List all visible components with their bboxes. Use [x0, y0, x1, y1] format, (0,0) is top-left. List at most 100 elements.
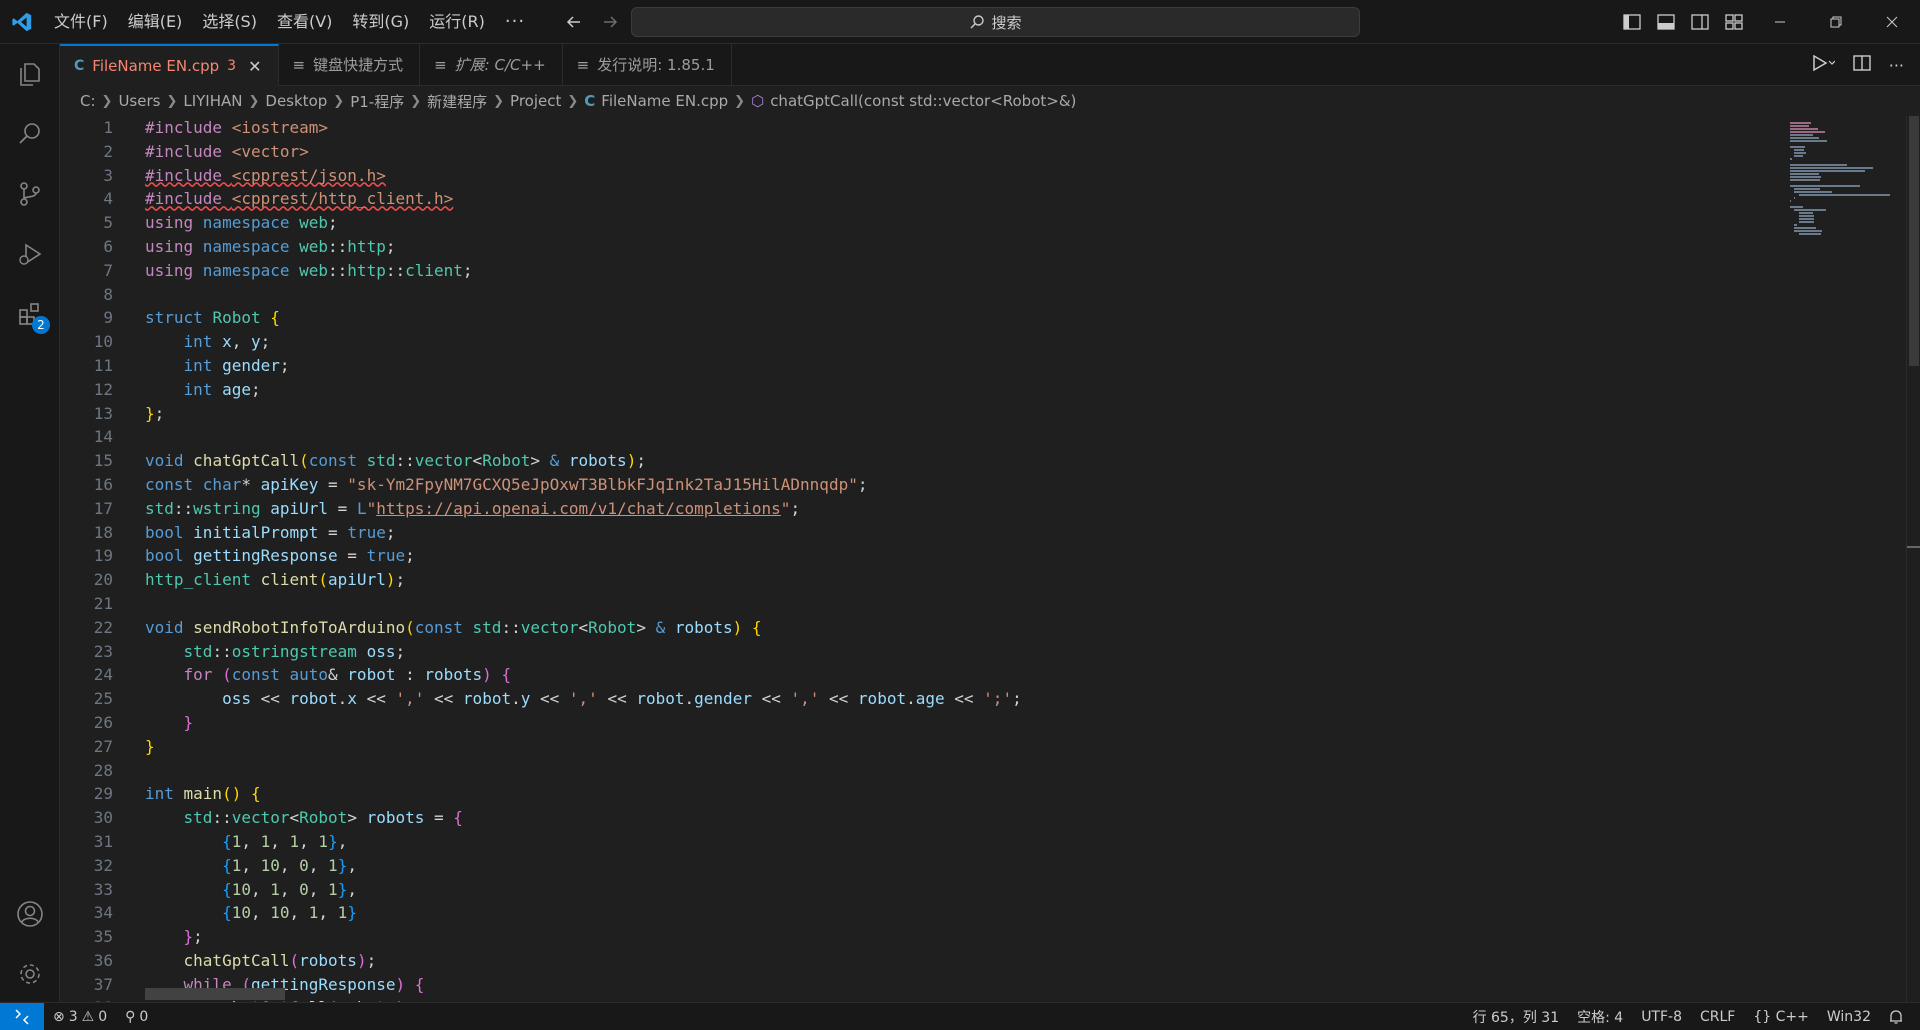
vertical-scrollbar[interactable] — [1906, 116, 1920, 1002]
code-line[interactable]: 16 const char* apiKey = "sk-Ym2FpyNM7GCXQ… — [60, 473, 1780, 497]
indentation[interactable]: 空格: 4 — [1568, 1003, 1632, 1030]
code-line[interactable]: 32 {1, 10, 0, 1}, — [60, 854, 1780, 878]
code-line[interactable]: 24 for (const auto& robot : robots) { — [60, 663, 1780, 687]
forward-arrow-icon[interactable] — [596, 8, 624, 36]
run-code-icon[interactable] — [1809, 53, 1836, 77]
code-line[interactable]: 13}; — [60, 402, 1780, 426]
code-line[interactable]: 22 void sendRobotInfoToArduino(const std:… — [60, 616, 1780, 640]
breadcrumb-item[interactable]: C: — [80, 92, 96, 110]
search-view-icon[interactable] — [0, 106, 60, 162]
code-line[interactable]: 10 int x, y; — [60, 330, 1780, 354]
code-line[interactable]: 26 } — [60, 711, 1780, 735]
menu-more-button[interactable]: ··· — [495, 11, 535, 32]
code-line[interactable]: 21 — [60, 592, 1780, 616]
toggle-panel-icon[interactable] — [1654, 10, 1678, 34]
toggle-primary-sidebar-icon[interactable] — [1620, 10, 1644, 34]
more-actions-icon[interactable]: ··· — [1889, 56, 1904, 75]
encoding[interactable]: UTF-8 — [1632, 1003, 1691, 1030]
code-line[interactable]: 23 std::ostringstream oss; — [60, 640, 1780, 664]
code-line[interactable]: 1 #include <iostream> — [60, 116, 1780, 140]
code-text: {1, 1, 1, 1}, — [222, 831, 348, 851]
language-mode[interactable]: {} C++ — [1744, 1003, 1818, 1030]
code-line[interactable]: 19 bool gettingResponse = true; — [60, 544, 1780, 568]
code-line[interactable]: 9 struct Robot { — [60, 306, 1780, 330]
minimap-line — [1790, 173, 1819, 175]
breadcrumb-item[interactable]: P1-程序 — [350, 91, 404, 112]
toggle-secondary-sidebar-icon[interactable] — [1688, 10, 1712, 34]
code-line[interactable]: 2 #include <vector> — [60, 140, 1780, 164]
breadcrumb-item[interactable]: Project — [510, 92, 561, 110]
menu-file[interactable]: 文件(F) — [44, 6, 118, 38]
horizontal-scrollbar[interactable] — [145, 988, 285, 1000]
restore-button[interactable] — [1808, 0, 1864, 44]
code-line[interactable]: 35 }; — [60, 925, 1780, 949]
code-line[interactable]: 20 http_client client(apiUrl); — [60, 568, 1780, 592]
explorer-icon[interactable] — [0, 46, 60, 102]
code-text: using namespace web; — [145, 213, 348, 233]
ports-indicator[interactable]: ⚲ 0 — [116, 1003, 157, 1030]
code-line[interactable]: 28 — [60, 759, 1780, 783]
code-line[interactable]: 8 — [60, 283, 1780, 307]
code-line[interactable]: 14 — [60, 425, 1780, 449]
code-line[interactable]: 5 using namespace web; — [60, 211, 1780, 235]
code-line[interactable]: 4 #include <cpprest/http_client.h> — [60, 187, 1780, 211]
code-line[interactable]: 37 while (gettingResponse) { — [60, 973, 1780, 997]
code-line[interactable]: 34 {10, 10, 1, 1} — [60, 901, 1780, 925]
code-line[interactable]: 6 using namespace web::http; — [60, 235, 1780, 259]
code-line[interactable]: 29 int main() { — [60, 782, 1780, 806]
code-text: std::wstring apiUrl = L"https://api.open… — [145, 498, 801, 518]
extensions-icon[interactable]: 2 — [0, 286, 60, 342]
menu-go[interactable]: 转到(G) — [342, 6, 419, 38]
code-line[interactable]: 11 int gender; — [60, 354, 1780, 378]
code-line[interactable]: 18 bool initialPrompt = true; — [60, 521, 1780, 545]
back-arrow-icon[interactable] — [560, 8, 588, 36]
notifications-bell-icon[interactable] — [1880, 1003, 1912, 1030]
code-line[interactable]: 27} — [60, 735, 1780, 759]
breadcrumb-item[interactable]: Users — [118, 92, 160, 110]
code-line[interactable]: 12 int age; — [60, 378, 1780, 402]
menu-view[interactable]: 查看(V) — [267, 6, 342, 38]
code-text: }; — [183, 927, 203, 947]
code-text: #include <vector> — [145, 141, 309, 161]
split-editor-icon[interactable] — [1853, 54, 1871, 76]
minimize-button[interactable] — [1752, 0, 1808, 44]
breadcrumb-item[interactable]: Desktop — [265, 92, 327, 110]
customize-layout-icon[interactable] — [1722, 10, 1746, 34]
command-center-search[interactable]: 搜索 — [631, 7, 1360, 37]
problems-indicator[interactable]: ⊗ 3 ⚠ 0 — [44, 1003, 116, 1030]
close-window-button[interactable] — [1864, 0, 1920, 44]
menu-edit[interactable]: 编辑(E) — [118, 6, 193, 38]
source-control-icon[interactable] — [0, 166, 60, 222]
minimap[interactable] — [1788, 116, 1906, 1002]
code-line[interactable]: 30 std::vector<Robot> robots = { — [60, 806, 1780, 830]
breadcrumb-item[interactable]: FileName EN.cpp — [601, 92, 728, 110]
breadcrumb-item[interactable]: 新建程序 — [427, 91, 487, 112]
vscode-logo-icon[interactable] — [0, 0, 44, 44]
platform-config[interactable]: Win32 — [1818, 1003, 1880, 1030]
menu-selection[interactable]: 选择(S) — [192, 6, 267, 38]
cursor-position[interactable]: 行 65，列 31 — [1464, 1003, 1569, 1030]
code-line[interactable]: 36 chatGptCall(robots); — [60, 949, 1780, 973]
code-line[interactable]: 25 oss << robot.x << ',' << robot.y << '… — [60, 687, 1780, 711]
menu-run[interactable]: 运行(R) — [419, 6, 495, 38]
line-ending[interactable]: CRLF — [1691, 1003, 1744, 1030]
breadcrumb-item[interactable]: LIYIHAN — [183, 92, 242, 110]
tab-extension-cpp[interactable]: ≡ 扩展: C/C++ — [420, 44, 563, 85]
tab-release-notes[interactable]: ≡ 发行说明: 1.85.1 — [563, 44, 732, 85]
breadcrumb-item[interactable]: chatGptCall(const std::vector<Robot>&) — [770, 92, 1076, 110]
code-line[interactable]: 3 #include <cpprest/json.h> — [60, 164, 1780, 188]
close-tab-icon[interactable]: ✕ — [248, 57, 261, 76]
code-line[interactable]: 15 void chatGptCall(const std::vector<Rob… — [60, 449, 1780, 473]
code-line[interactable]: 31 {1, 1, 1, 1}, — [60, 830, 1780, 854]
code-line[interactable]: 33 {10, 1, 0, 1}, — [60, 878, 1780, 902]
manage-gear-icon[interactable] — [0, 946, 60, 1002]
code-line[interactable]: 17 std::wstring apiUrl = L"https://api.op… — [60, 497, 1780, 521]
tab-keyboard-shortcuts[interactable]: ≡ 键盘快捷方式 — [279, 44, 421, 85]
scrollbar-thumb[interactable] — [1909, 116, 1919, 366]
remote-indicator-icon[interactable] — [0, 1003, 44, 1030]
run-debug-icon[interactable] — [0, 226, 60, 282]
accounts-icon[interactable] — [0, 886, 60, 942]
tab-filename-en-cpp[interactable]: C FileName EN.cpp 3 ✕ — [60, 44, 279, 86]
code-line[interactable]: 7 using namespace web::http::client; — [60, 259, 1780, 283]
code-editor[interactable]: 1 #include <iostream> 2 #include <vector> 3 #… — [60, 116, 1780, 1002]
